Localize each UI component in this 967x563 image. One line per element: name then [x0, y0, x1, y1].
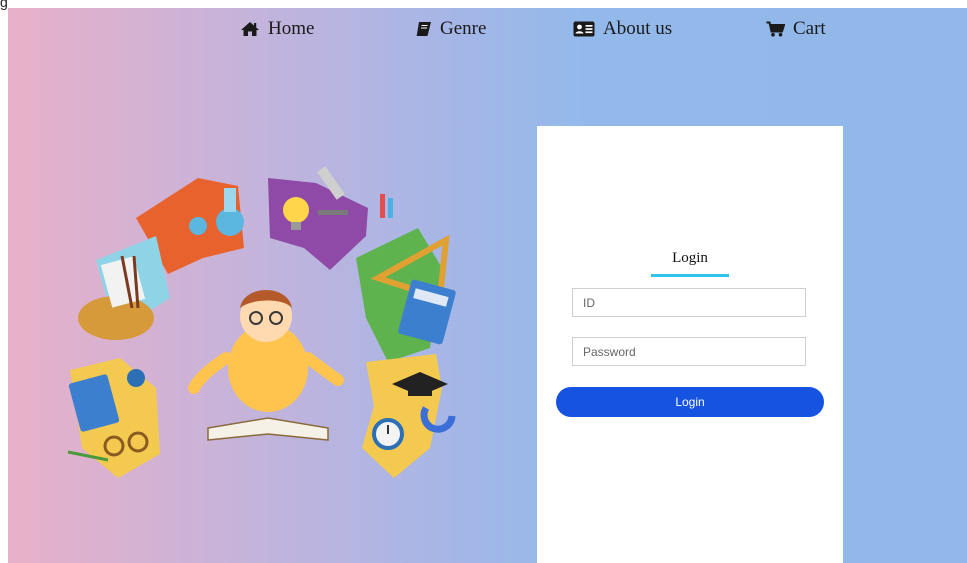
login-card: Login Login: [537, 126, 843, 563]
light-bulb: [283, 197, 309, 223]
nav-item-genre-label: Genre: [440, 18, 487, 39]
nav-item-home-label: Home: [268, 18, 315, 39]
flask: [216, 208, 244, 236]
education-illustration: [67, 166, 456, 478]
nav-item-cart[interactable]: Cart: [766, 18, 826, 40]
nav-item-about-us-label: About us: [603, 18, 673, 39]
page-stage: Home Genre About us Cart Login ID Login: [8, 8, 967, 563]
book-icon: [415, 21, 432, 37]
cart-icon: [766, 21, 785, 37]
purple-panel: [268, 178, 368, 270]
login-title-underline: [651, 274, 729, 277]
top-nav: Home Genre About us Cart: [8, 8, 967, 48]
home-icon: [240, 21, 260, 37]
nav-item-genre[interactable]: Genre: [415, 18, 486, 40]
password-input[interactable]: [572, 337, 806, 366]
page-corner-text: g: [0, 0, 8, 10]
id-input[interactable]: [572, 288, 806, 317]
id-card-icon: [573, 21, 595, 37]
nav-item-about-us[interactable]: About us: [573, 18, 672, 40]
login-button[interactable]: Login: [556, 387, 824, 417]
nav-item-cart-label: Cart: [793, 18, 826, 39]
yellow-panel-right: [362, 354, 442, 478]
nav-item-home[interactable]: Home: [240, 18, 314, 40]
login-title: Login: [672, 250, 708, 266]
open-book: [207, 417, 329, 441]
